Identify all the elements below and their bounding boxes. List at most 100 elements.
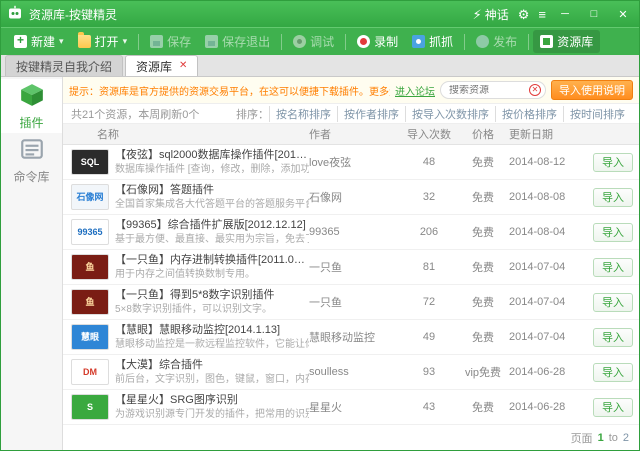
column-header-author[interactable]: 作者 (309, 126, 401, 142)
plugin-date: 2014-08-08 (509, 191, 587, 203)
resource-library-button[interactable]: 资源库 (533, 30, 600, 53)
sidebar-item-plugins[interactable]: 插件 (1, 79, 62, 133)
sort-by-time[interactable]: 按时间排序 (563, 106, 631, 122)
save-exit-button-label: 保存退出 (222, 33, 270, 50)
debug-button[interactable]: 调试 (286, 30, 341, 53)
open-button[interactable]: 打开 ▾ (71, 30, 135, 53)
table-row[interactable]: S 【星星火】SRG图序识别为游戏识别源专门开发的插件，把常用的识别操作进行分类… (63, 390, 639, 425)
capture-button-label: 抓抓 (429, 33, 453, 50)
plugin-name[interactable]: 【99365】综合插件扩展版[2012.12.12] (115, 218, 309, 232)
plugin-thumbnail: 鱼 (71, 254, 109, 280)
lightning-icon: ⚡ (473, 8, 482, 21)
user-menu[interactable]: ⚡ 神话 (473, 6, 509, 23)
publish-button-label: 发布 (493, 33, 517, 50)
plugin-name[interactable]: 【一只鱼】内存进制转换插件[2011.04.13] (115, 253, 309, 267)
plugin-name[interactable]: 【石像网】答题插件 (115, 183, 309, 197)
plugin-author: 一只鱼 (309, 294, 401, 310)
table-row[interactable]: SQL 【夜弦】sql2000数据库操作插件[2012.3.5]数据库操作插件 … (63, 145, 639, 180)
table-row[interactable]: 石像网 【石像网】答题插件全国首家集成各大代答题平台的答题服务平台，最稳定、最高… (63, 180, 639, 215)
plugin-desc: 用于内存之间值转换数制专用。 (115, 268, 309, 281)
import-button[interactable]: 导入 (593, 188, 633, 207)
plugin-date: 2014-07-04 (509, 296, 587, 308)
import-button[interactable]: 导入 (593, 223, 633, 242)
plugin-author: soulless (309, 366, 401, 378)
plugin-price: 免费 (457, 189, 509, 205)
plugin-name[interactable]: 【夜弦】sql2000数据库操作插件[2012.3.5] (115, 148, 309, 162)
library-box-icon (540, 35, 553, 48)
toolbar-separator (345, 34, 346, 50)
debug-icon (293, 35, 306, 48)
tab-bar: 按键精灵自我介绍 资源库 ✕ (1, 55, 639, 77)
window-title: 资源库-按键精灵 (29, 6, 117, 23)
resource-library-button-label: 资源库 (557, 33, 593, 50)
plugin-name[interactable]: 【大漠】综合插件 (115, 358, 309, 372)
sort-label: 排序： (236, 106, 269, 122)
maximize-button[interactable]: □ (584, 8, 604, 20)
import-button[interactable]: 导入 (593, 398, 633, 417)
sort-by-author[interactable]: 按作者排序 (337, 106, 405, 122)
plugin-price: 免费 (457, 154, 509, 170)
import-button[interactable]: 导入 (593, 153, 633, 172)
new-button[interactable]: 新建 ▾ (7, 30, 71, 53)
column-header-date[interactable]: 更新日期 (509, 126, 587, 142)
plugin-import-count: 32 (401, 191, 457, 203)
import-button[interactable]: 导入 (593, 363, 633, 382)
plugin-thumbnail: S (71, 394, 109, 420)
content-area: 插件 命令库 提示：资源库是官方提供的资源交易平台，在这可以便捷下载插件。更多资… (1, 77, 639, 450)
sort-by-import-count[interactable]: 按导入次数排序 (405, 106, 495, 122)
save-exit-button[interactable]: 保存退出 (198, 30, 277, 53)
sidebar: 插件 命令库 (1, 77, 63, 450)
tab-resource-library[interactable]: 资源库 ✕ (125, 55, 198, 76)
plugin-author: love夜弦 (309, 154, 401, 170)
plugin-date: 2014-07-04 (509, 331, 587, 343)
capture-button[interactable]: 抓抓 (405, 30, 460, 53)
plugin-import-count: 72 (401, 296, 457, 308)
minimize-button[interactable]: ─ (555, 8, 575, 20)
sort-by-name[interactable]: 按名称排序 (269, 106, 337, 122)
notice-text: 提示：资源库是官方提供的资源交易平台，在这可以便捷下载插件。更多资源可以到按键精… (69, 83, 390, 98)
table-row[interactable]: 鱼 【一只鱼】内存进制转换插件[2011.04.13]用于内存之间值转换数制专用… (63, 250, 639, 285)
clear-search-icon[interactable]: ✕ (529, 84, 541, 96)
import-button[interactable]: 导入 (593, 328, 633, 347)
plugin-name[interactable]: 【一只鱼】得到5*8数字识别插件 (115, 288, 275, 302)
plugin-desc: 数据库操作插件 [查询，修改，删除，添加功能] (115, 163, 309, 176)
sidebar-item-command-library[interactable]: 命令库 (1, 133, 62, 187)
resource-count-summary: 共21个资源，本周刷新0个 (71, 106, 199, 122)
menu-icon[interactable]: ≡ (538, 8, 546, 21)
pagination: 页面 1 to 2 (63, 425, 639, 450)
tab-script-intro[interactable]: 按键精灵自我介绍 (5, 55, 123, 76)
save-button[interactable]: 保存 (143, 30, 198, 53)
plugin-price: vip免费 (457, 364, 509, 380)
titlebar: 资源库-按键精灵 ⚡ 神话 ⚙ ≡ ─ □ ✕ (1, 1, 639, 27)
settings-gear-icon[interactable]: ⚙ (518, 8, 530, 21)
table-row[interactable]: DM 【大漠】综合插件前后台，文字识别，图色，键鼠，窗口，内存，DX，Call … (63, 355, 639, 390)
column-header-count[interactable]: 导入次数 (401, 126, 457, 142)
column-header-price[interactable]: 价格 (457, 126, 509, 142)
table-row[interactable]: 慧眼 【慧眼】慧眼移动监控[2014.1.13]慧眼移动监控是一款远程监控软件，… (63, 320, 639, 355)
plugin-import-count: 206 (401, 226, 457, 238)
close-button[interactable]: ✕ (613, 8, 633, 21)
import-guide-button[interactable]: 导入使用说明 (551, 80, 633, 100)
plugin-name[interactable]: 【星星火】SRG图序识别 (115, 393, 309, 407)
open-button-label: 打开 (95, 33, 119, 50)
sidebar-item-label: 插件 (19, 114, 43, 131)
import-button[interactable]: 导入 (593, 293, 633, 312)
sidebar-item-label: 命令库 (13, 168, 49, 185)
import-button[interactable]: 导入 (593, 258, 633, 277)
record-button[interactable]: 录制 (350, 30, 405, 53)
toolbar-separator (281, 34, 282, 50)
publish-icon (476, 35, 489, 48)
close-tab-icon[interactable]: ✕ (179, 61, 187, 71)
table-row[interactable]: 99365 【99365】综合插件扩展版[2012.12.12]基于最方便、最直… (63, 215, 639, 250)
search-input[interactable] (449, 85, 526, 96)
pagination-page-1[interactable]: 1 (598, 432, 604, 444)
plugin-list: SQL 【夜弦】sql2000数据库操作插件[2012.3.5]数据库操作插件 … (63, 145, 639, 425)
forum-link[interactable]: 进入论坛 (395, 83, 435, 98)
pagination-page-2[interactable]: 2 (623, 432, 629, 444)
table-row[interactable]: 鱼 【一只鱼】得到5*8数字识别插件5×8数字识别插件，可以识别文字。 一只鱼 … (63, 285, 639, 320)
sort-by-price[interactable]: 按价格排序 (495, 106, 563, 122)
publish-button[interactable]: 发布 (469, 30, 524, 53)
resource-library-panel: 提示：资源库是官方提供的资源交易平台，在这可以便捷下载插件。更多资源可以到按键精… (63, 77, 639, 450)
column-header-name[interactable]: 名称 (63, 126, 309, 142)
plugin-name[interactable]: 【慧眼】慧眼移动监控[2014.1.13] (115, 323, 309, 337)
